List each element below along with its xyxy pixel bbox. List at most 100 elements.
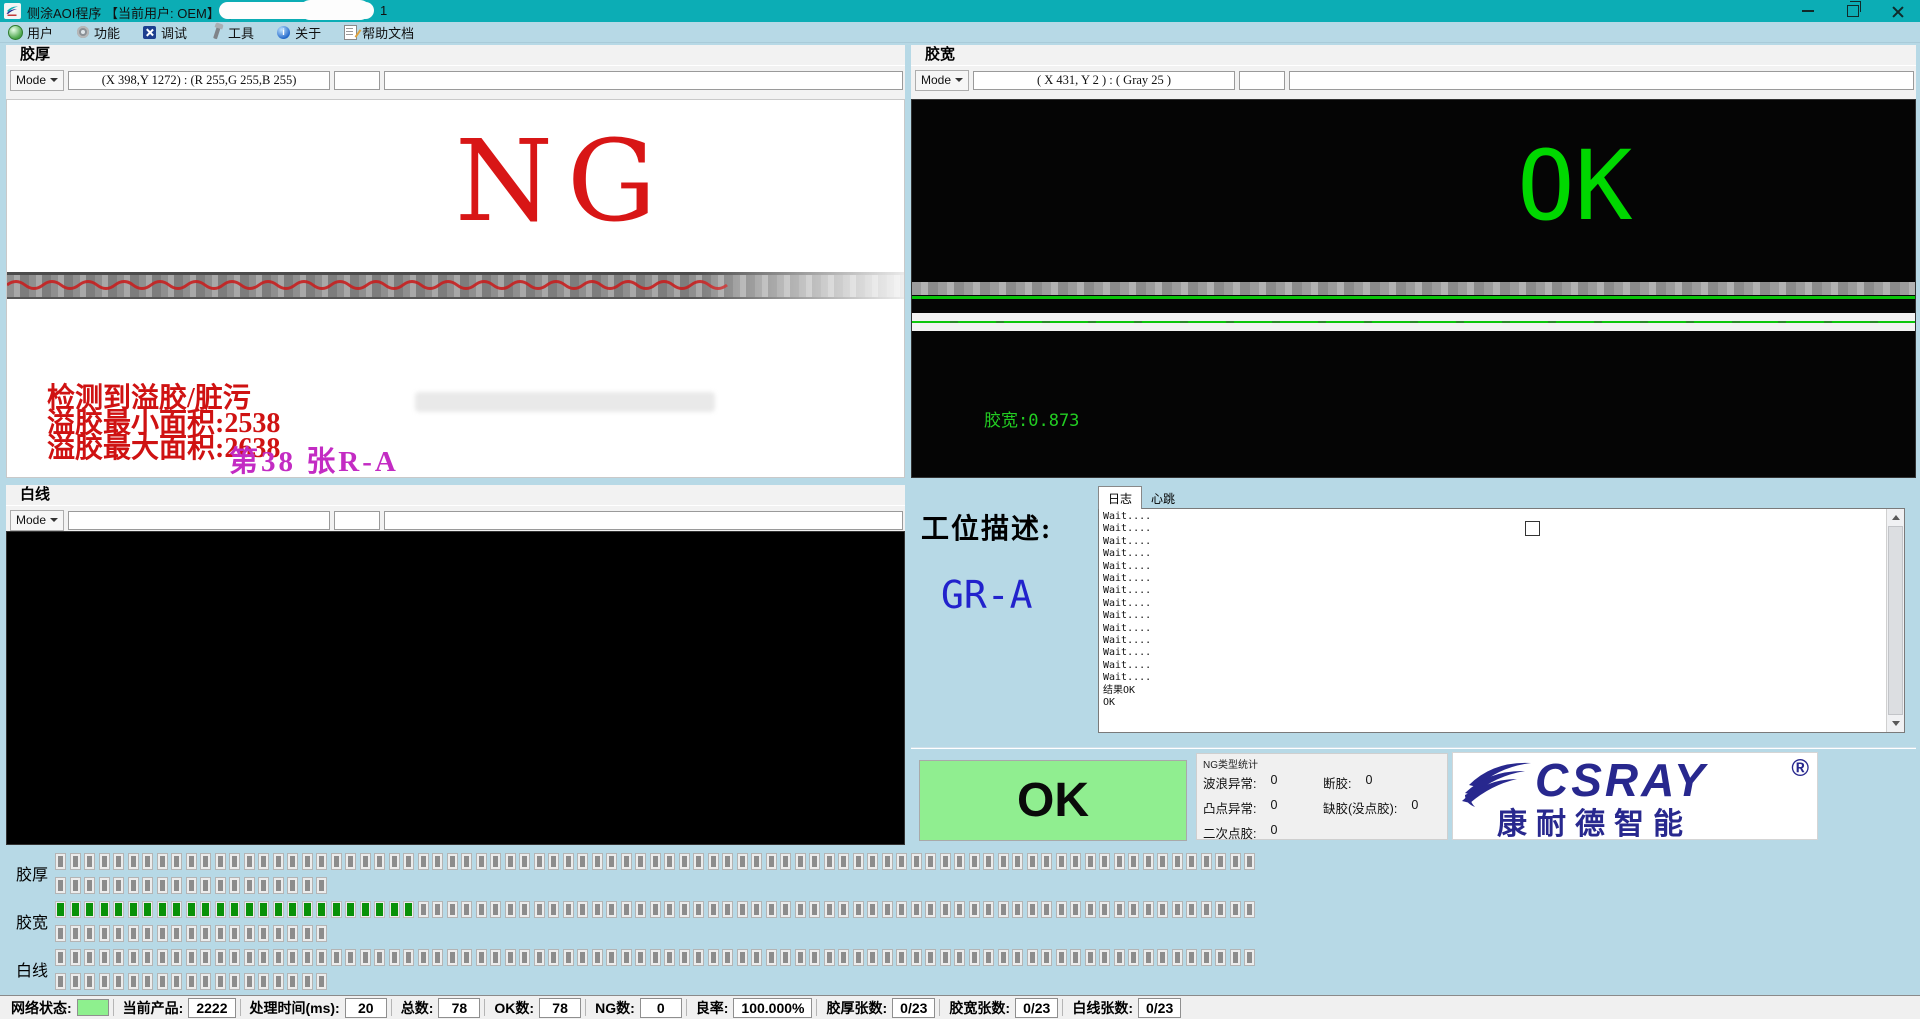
glue-width-image[interactable]: OK 胶宽:0.873 <box>911 99 1916 478</box>
result-cell <box>882 901 893 918</box>
log-line: Wait.... <box>1103 623 1904 635</box>
result-cell <box>708 853 719 870</box>
result-cell-inner <box>87 952 92 963</box>
result-cell <box>606 901 617 918</box>
result-cell <box>287 877 298 894</box>
result-cell <box>1244 901 1255 918</box>
result-cell <box>258 877 269 894</box>
menu-item-debug[interactable]: 调试 <box>142 22 187 42</box>
result-cell <box>679 949 690 966</box>
result-cell <box>244 925 255 942</box>
info-box-small <box>334 511 380 530</box>
result-cell-inner <box>1117 952 1122 963</box>
scroll-down-button[interactable] <box>1887 715 1904 732</box>
ng-stat-row: 二次点胶:0 <box>1203 823 1313 842</box>
result-cell <box>824 853 835 870</box>
close-button[interactable] <box>1875 0 1920 22</box>
result-cell <box>606 949 617 966</box>
grid-rows <box>55 949 1255 990</box>
mode-label: Mode <box>16 73 46 87</box>
result-cell <box>99 925 110 942</box>
result-cell <box>200 853 211 870</box>
close-icon <box>1892 5 1904 17</box>
glue-thickness-image[interactable]: NG 检测到溢胶/脏污 溢胶最小面积:2538 溢胶最大面积:2638 第38 … <box>6 99 905 478</box>
result-cell <box>1215 853 1226 870</box>
result-cell <box>577 901 588 918</box>
statusbar-field-label: 胶宽张数: <box>949 998 1010 1018</box>
result-cell <box>621 901 632 918</box>
result-cell-inner <box>218 928 223 939</box>
info-box-small <box>1239 71 1285 90</box>
menu-item-help-doc[interactable]: 帮助文档 <box>343 22 414 42</box>
grid-group-label: 胶厚 <box>16 861 55 885</box>
result-cell-inner <box>290 880 295 891</box>
result-cell <box>229 925 240 942</box>
scrollbar-thumb[interactable] <box>1888 526 1903 715</box>
result-cell <box>635 901 646 918</box>
scroll-up-button[interactable] <box>1887 509 1904 526</box>
log-scrollbar[interactable] <box>1886 509 1904 732</box>
log-line: 结果OK <box>1103 685 1904 697</box>
menu-item-user[interactable]: 用户 <box>8 22 53 42</box>
ng-stats-col2: 断胶:0缺胶(没点胶):0 <box>1323 773 1441 842</box>
result-cell-inner <box>957 904 962 915</box>
result-cell <box>1012 853 1023 870</box>
statusbar-fields: 当前产品:2222处理时间(ms):20总数:78OK数:78NG数:0良率:1… <box>118 998 1182 1018</box>
result-cell-inner <box>493 904 498 915</box>
result-cell <box>476 853 487 870</box>
log-line: Wait.... <box>1103 672 1904 684</box>
result-cell-inner <box>943 904 948 915</box>
statusbar-field-label: 良率: <box>696 998 729 1018</box>
menu-item-functions[interactable]: 功能 <box>75 22 120 42</box>
mode-dropdown[interactable]: Mode <box>10 510 64 531</box>
log-checkbox[interactable] <box>1525 521 1540 536</box>
result-cell <box>1114 901 1125 918</box>
result-cell <box>244 877 255 894</box>
result-cell <box>737 949 748 966</box>
result-cell <box>853 901 864 918</box>
log-list[interactable]: Wait....Wait....Wait....Wait....Wait....… <box>1098 508 1905 733</box>
statusbar-field-value: 0/23 <box>892 998 935 1018</box>
result-cell-inner <box>1117 856 1122 867</box>
result-cell-inner <box>189 856 194 867</box>
result-cell-inner <box>232 976 237 987</box>
result-cell <box>1128 901 1139 918</box>
minimize-button[interactable] <box>1785 0 1830 22</box>
result-cell <box>664 901 675 918</box>
tab-heartbeat[interactable]: 心跳 <box>1142 487 1184 509</box>
grid-row <box>55 853 1255 870</box>
result-cell <box>171 949 182 966</box>
white-line-image[interactable] <box>6 531 905 845</box>
result-cell <box>1070 949 1081 966</box>
result-cell <box>1157 853 1168 870</box>
result-cell <box>287 853 298 870</box>
tab-log[interactable]: 日志 <box>1098 486 1142 509</box>
result-cell <box>432 949 443 966</box>
log-line: Wait.... <box>1103 610 1904 622</box>
result-cell <box>838 949 849 966</box>
mode-dropdown[interactable]: Mode <box>10 70 64 91</box>
restore-button[interactable] <box>1830 0 1875 22</box>
result-cell-inner <box>609 952 614 963</box>
result-cell-inner <box>276 856 281 867</box>
result-cell-inner <box>421 904 426 915</box>
ng-stats-col1: 波浪异常:0凸点异常:0二次点胶:0 <box>1203 773 1313 842</box>
result-cell-inner <box>653 952 658 963</box>
result-cell-inner <box>899 952 904 963</box>
mode-dropdown[interactable]: Mode <box>915 70 969 91</box>
result-cell <box>287 925 298 942</box>
result-cell <box>896 901 907 918</box>
result-cell-inner <box>899 904 904 915</box>
result-cell-inner <box>1015 904 1020 915</box>
result-cell-inner <box>899 856 904 867</box>
result-cell-inner <box>246 903 253 916</box>
panel-toolbar: Mode ( X 431, Y 2 ) : ( Gray 25 ) <box>911 66 1916 94</box>
result-cell <box>418 901 429 918</box>
menu-item-tools[interactable]: 工具 <box>209 22 254 42</box>
statusbar-separator <box>939 999 940 1016</box>
result-cell-inner <box>1001 856 1006 867</box>
network-status-indicator <box>77 999 109 1016</box>
menu-item-about[interactable]: i 关于 <box>276 22 321 42</box>
result-cell <box>461 853 472 870</box>
result-cell-inner <box>450 952 455 963</box>
